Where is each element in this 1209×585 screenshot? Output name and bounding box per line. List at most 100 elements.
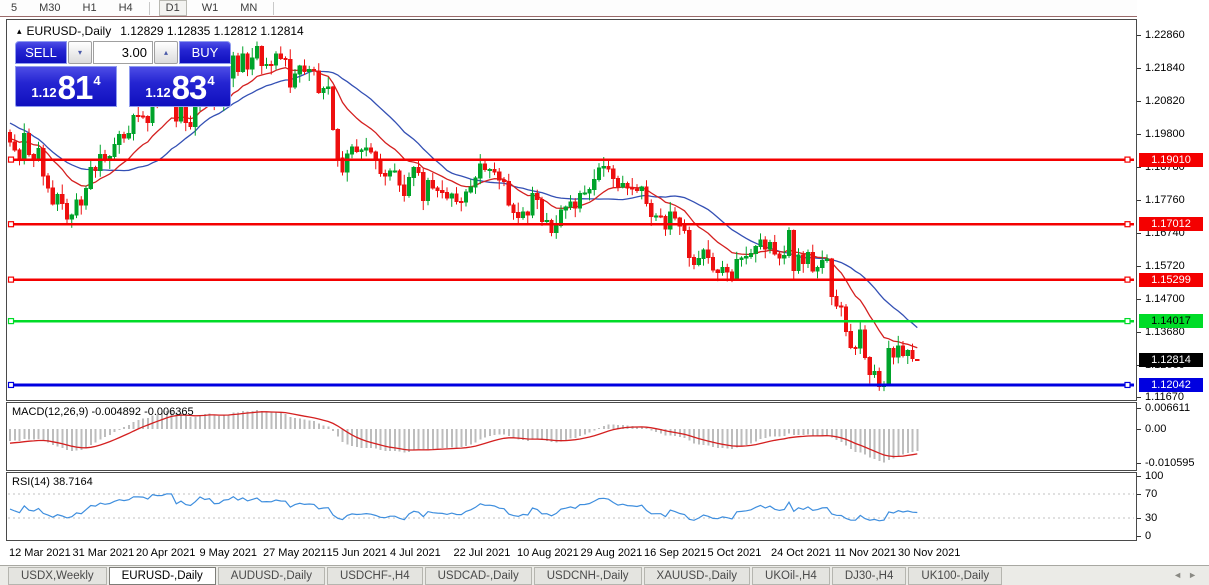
chart-tab-XAUUSD-Daily[interactable]: XAUUSD-,Daily: [643, 566, 751, 585]
macd-signal-value: -0.006365: [144, 406, 194, 418]
macd-name: MACD(12,26,9): [12, 406, 89, 418]
volume-increase-button[interactable]: ▴: [154, 41, 178, 64]
chart-tab-USDX-Weekly[interactable]: USDX,Weekly: [8, 566, 107, 585]
date-axis-label: 9 May 2021: [199, 547, 257, 559]
date-axis-label: 5 Oct 2021: [707, 547, 762, 559]
axis-tick: [1137, 331, 1141, 333]
tab-prev-icon[interactable]: ◄: [1173, 570, 1188, 580]
level-price-tag: 1.14017: [1139, 314, 1203, 329]
chart-tab-AUDUSD-Daily[interactable]: AUDUSD-,Daily: [217, 566, 325, 585]
buy-price-big: 83: [171, 69, 208, 106]
axis-tick: [1137, 462, 1141, 464]
volume-decrease-button[interactable]: ▾: [68, 41, 92, 64]
tab-scroll-arrows[interactable]: ◄►: [1173, 570, 1203, 580]
price-axis-label: 1.21840: [1145, 62, 1185, 75]
chart-tab-UKOil-H4[interactable]: UKOil-,H4: [752, 566, 830, 585]
toolbar-separator: [148, 1, 150, 15]
timeframe-toolbar: 5 M30 H1 H4 D1 W1 MN: [0, 0, 1209, 17]
axis-tick: [1137, 518, 1141, 519]
chart-tab-EURUSD-Daily[interactable]: EURUSD-,Daily: [108, 566, 216, 585]
timeframe-button-MN[interactable]: MN: [233, 0, 264, 16]
chart-tab-USDCNH-Daily[interactable]: USDCNH-,Daily: [533, 566, 642, 585]
chart-tab-bar: USDX,Weekly EURUSD-,Daily AUDUSD-,Daily USD…: [0, 565, 1209, 585]
macd-label: MACD(12,26,9) -0.004892 -0.006365: [12, 406, 194, 418]
axis-tick: [1137, 396, 1141, 398]
timeframe-button-M30[interactable]: M30: [32, 0, 67, 16]
tab-next-icon[interactable]: ►: [1188, 570, 1203, 580]
price-axis[interactable]: 1.22860 1.21840 1.20820 1.19800 1.18780 1.177…: [1137, 0, 1209, 563]
timeframe-button-H1[interactable]: H1: [76, 0, 104, 16]
macd-panel[interactable]: MACD(12,26,9) -0.004892 -0.006365: [6, 402, 1137, 471]
axis-tick: [1137, 200, 1141, 202]
date-axis-label: 27 May 2021: [263, 547, 327, 559]
price-axis-label: 1.17760: [1145, 194, 1185, 207]
axis-tick: [1137, 167, 1141, 169]
timeframe-button-W1[interactable]: W1: [195, 0, 226, 16]
one-click-trade-panel: SELL ▾ 3.00 ▴ BUY 1.12 81 4 1.12 83 4: [15, 41, 231, 107]
spinner-down-icon: ▾: [77, 48, 82, 57]
date-axis-label: 31 Mar 2021: [72, 547, 135, 559]
collapse-icon[interactable]: ▴: [17, 26, 22, 36]
rsi-name: RSI(14): [12, 476, 50, 488]
macd-axis-label: 0.00: [1145, 422, 1167, 435]
chart-symbol-label: EURUSD-,Daily: [26, 24, 112, 38]
date-axis[interactable]: 12 Mar 2021 31 Mar 2021 20 Apr 2021 9 May 2…: [6, 543, 1137, 563]
macd-axis-label: -0.010595: [1145, 456, 1195, 469]
rsi-axis-label: 100: [1145, 470, 1164, 482]
chart-title: ▴ EURUSD-,Daily 1.12829 1.12835 1.12812 1.…: [17, 24, 304, 38]
rsi-value: 38.7164: [52, 476, 93, 488]
chart-tab-UK100-Daily[interactable]: UK100-,Daily: [908, 566, 1003, 585]
date-axis-label: 30 Nov 2021: [898, 547, 961, 559]
current-price-tag: 1.12814: [1139, 352, 1203, 367]
chart-tab-DJ30-H4[interactable]: DJ30-,H4: [831, 566, 907, 585]
date-axis-label: 29 Aug 2021: [580, 547, 643, 559]
sell-price-sup: 4: [93, 73, 101, 88]
axis-tick: [1137, 298, 1141, 300]
axis-tick: [1137, 407, 1141, 409]
rsi-panel[interactable]: RSI(14) 38.7164: [6, 472, 1137, 541]
timeframe-button-5[interactable]: 5: [4, 0, 24, 16]
level-price-tag: 1.17012: [1139, 217, 1203, 232]
sell-price-button[interactable]: 1.12 81 4: [15, 66, 117, 107]
timeframe-button-H4[interactable]: H4: [112, 0, 140, 16]
rsi-axis-label: 30: [1145, 512, 1158, 524]
axis-tick: [1137, 35, 1141, 37]
spinner-up-icon: ▴: [163, 48, 168, 57]
date-axis-label: 16 Sep 2021: [644, 547, 707, 559]
date-axis-label: 24 Oct 2021: [771, 547, 831, 559]
date-axis-label: 12 Mar 2021: [9, 547, 71, 559]
axis-tick: [1137, 428, 1141, 430]
axis-tick: [1137, 134, 1141, 136]
rsi-axis-label: 70: [1145, 488, 1158, 500]
axis-tick: [1137, 68, 1141, 70]
price-axis-label: 1.20820: [1145, 95, 1185, 108]
axis-tick: [1137, 233, 1141, 234]
level-price-tag: 1.15299: [1139, 272, 1203, 287]
buy-price-button[interactable]: 1.12 83 4: [129, 66, 231, 107]
rsi-label: RSI(14) 38.7164: [12, 476, 93, 488]
buy-price-prefix: 1.12: [145, 85, 171, 100]
axis-tick: [1137, 101, 1141, 103]
sell-price-prefix: 1.12: [31, 85, 57, 100]
price-axis-label: 1.14700: [1145, 292, 1185, 305]
buy-price-sup: 4: [207, 73, 215, 88]
rsi-canvas[interactable]: [7, 473, 1136, 540]
timeframe-button-D1[interactable]: D1: [158, 0, 187, 16]
level-price-tag: 1.12042: [1139, 377, 1203, 392]
sell-button[interactable]: SELL: [15, 41, 67, 64]
price-axis-label: 1.22860: [1145, 29, 1185, 42]
date-axis-label: 15 Jun 2021: [326, 547, 388, 559]
buy-button[interactable]: BUY: [179, 41, 231, 64]
chart-ohlc-values: 1.12829 1.12835 1.12812 1.12814: [120, 24, 304, 38]
date-axis-label: 11 Nov 2021: [834, 547, 897, 559]
main-chart-panel[interactable]: ▴ EURUSD-,Daily 1.12829 1.12835 1.12812 1.…: [6, 19, 1137, 401]
volume-input[interactable]: 3.00: [93, 41, 153, 64]
price-axis-label: 1.19800: [1145, 128, 1185, 141]
chart-tab-USDCAD-Daily[interactable]: USDCAD-,Daily: [424, 566, 532, 585]
chart-tab-USDCHF-H4[interactable]: USDCHF-,H4: [326, 566, 423, 585]
price-axis-label: 1.15720: [1145, 260, 1185, 272]
toolbar-separator: [273, 1, 275, 15]
date-axis-label: 22 Jul 2021: [453, 547, 511, 559]
axis-tick: [1137, 494, 1141, 495]
date-axis-label: 4 Jul 2021: [390, 547, 441, 559]
